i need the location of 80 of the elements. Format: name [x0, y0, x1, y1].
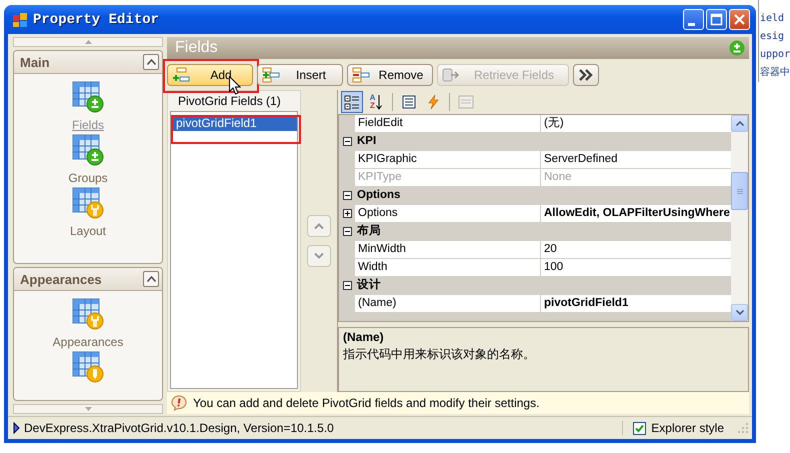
down-arrow-icon	[376, 94, 382, 110]
grid-add-icon	[70, 133, 105, 167]
grip-icon	[736, 188, 742, 194]
grid-wrench-icon	[71, 297, 105, 331]
property-value[interactable]: 20	[541, 241, 731, 258]
resize-grip-icon	[738, 423, 748, 433]
database-arrow-icon	[442, 66, 460, 82]
double-chevron-icon	[579, 68, 593, 80]
page-title: Fields	[175, 39, 218, 57]
description-title: (Name)	[343, 330, 385, 344]
background-text: uppor	[759, 48, 790, 62]
toolbar-button[interactable]: Insert	[257, 64, 343, 86]
property-value[interactable]: 100	[541, 259, 731, 276]
checkbox[interactable]	[633, 422, 646, 434]
chevron-up-icon	[314, 223, 324, 229]
nav-item[interactable]: Layout	[66, 186, 110, 238]
chevron-down-icon	[314, 253, 324, 259]
property-name[interactable]: Options	[355, 205, 541, 222]
hint-text: You can add and delete PivotGrid fields and modify their settings.	[193, 396, 540, 410]
background-text: ield	[759, 12, 786, 26]
insert-rows-icon	[262, 66, 280, 82]
checkbox-label: Explorer style	[651, 421, 724, 435]
maximize-button[interactable]	[706, 9, 727, 30]
categorized-icon	[344, 94, 360, 110]
chevron-up-icon	[736, 121, 744, 126]
window-title: Property Editor	[33, 12, 160, 28]
property-name[interactable]: MinWidth	[355, 241, 541, 258]
group-title: Appearances	[20, 272, 102, 286]
sort-az-button[interactable]: A Z	[365, 91, 387, 113]
warning-bubble-icon	[171, 395, 187, 411]
category-label: Options	[356, 188, 402, 203]
app-icon	[12, 12, 28, 28]
background-text: esig	[759, 30, 786, 44]
category-label: 设计	[356, 277, 382, 293]
window-icon	[458, 94, 474, 110]
property-value[interactable]: pivotGridField1	[541, 295, 731, 312]
checkmark-icon	[635, 424, 644, 432]
plus-circle-icon	[729, 40, 745, 56]
caret-down-icon	[84, 407, 92, 411]
collapse-button[interactable]	[143, 54, 159, 70]
description-text: 指示代码中用来标识该对象的名称。	[343, 346, 536, 363]
move-down-button[interactable]	[307, 245, 331, 267]
grid-pencil-icon	[71, 350, 105, 384]
toolbar-button[interactable]: Remove	[347, 64, 433, 86]
background-text: 容器中	[759, 66, 790, 80]
nav-item[interactable]: Groups	[64, 133, 112, 185]
property-name[interactable]: FieldEdit	[355, 115, 541, 132]
property-name[interactable]: KPIGraphic	[355, 151, 541, 168]
chevron-up-icon	[146, 276, 156, 282]
close-icon	[733, 13, 746, 26]
more-button[interactable]	[573, 64, 599, 86]
property-name[interactable]: (Name)	[355, 295, 541, 312]
grid-wrench-icon	[71, 186, 105, 220]
chevron-up-icon	[146, 59, 156, 65]
nav-item[interactable]: Appearances	[48, 297, 128, 349]
list-title: PivotGrid Fields (1)	[177, 93, 282, 110]
caret-up-icon	[84, 40, 92, 44]
category-label: KPI	[356, 134, 378, 149]
collapse-button[interactable]	[143, 271, 159, 287]
property-value[interactable]: AllowEdit, OLAPFilterUsingWhere	[541, 205, 731, 222]
minimize-button[interactable]	[683, 9, 704, 30]
property-name[interactable]: Width	[355, 259, 541, 276]
list-icon	[401, 94, 417, 110]
categorized-button[interactable]	[341, 91, 363, 113]
move-up-button[interactable]	[307, 215, 331, 237]
remove-rows-icon	[352, 66, 370, 82]
cursor-icon	[229, 76, 241, 94]
add-rows-icon	[172, 66, 190, 82]
property-value[interactable]: ServerDefined	[541, 151, 731, 168]
category-label: 布局	[356, 224, 382, 239]
vertical-scrollbar[interactable]	[731, 115, 748, 321]
triangle-icon	[13, 422, 20, 434]
group-title: Main	[20, 54, 50, 70]
minimize-icon	[688, 22, 694, 26]
chevron-down-icon	[736, 310, 744, 315]
maximize-icon	[710, 13, 723, 26]
grid-add-icon	[71, 80, 105, 114]
status-text: DevExpress.XtraPivotGrid.v10.1.Design, Version=10.1.5.0	[24, 421, 335, 435]
close-button[interactable]	[729, 9, 750, 30]
property-value[interactable]: (无)	[541, 115, 731, 132]
